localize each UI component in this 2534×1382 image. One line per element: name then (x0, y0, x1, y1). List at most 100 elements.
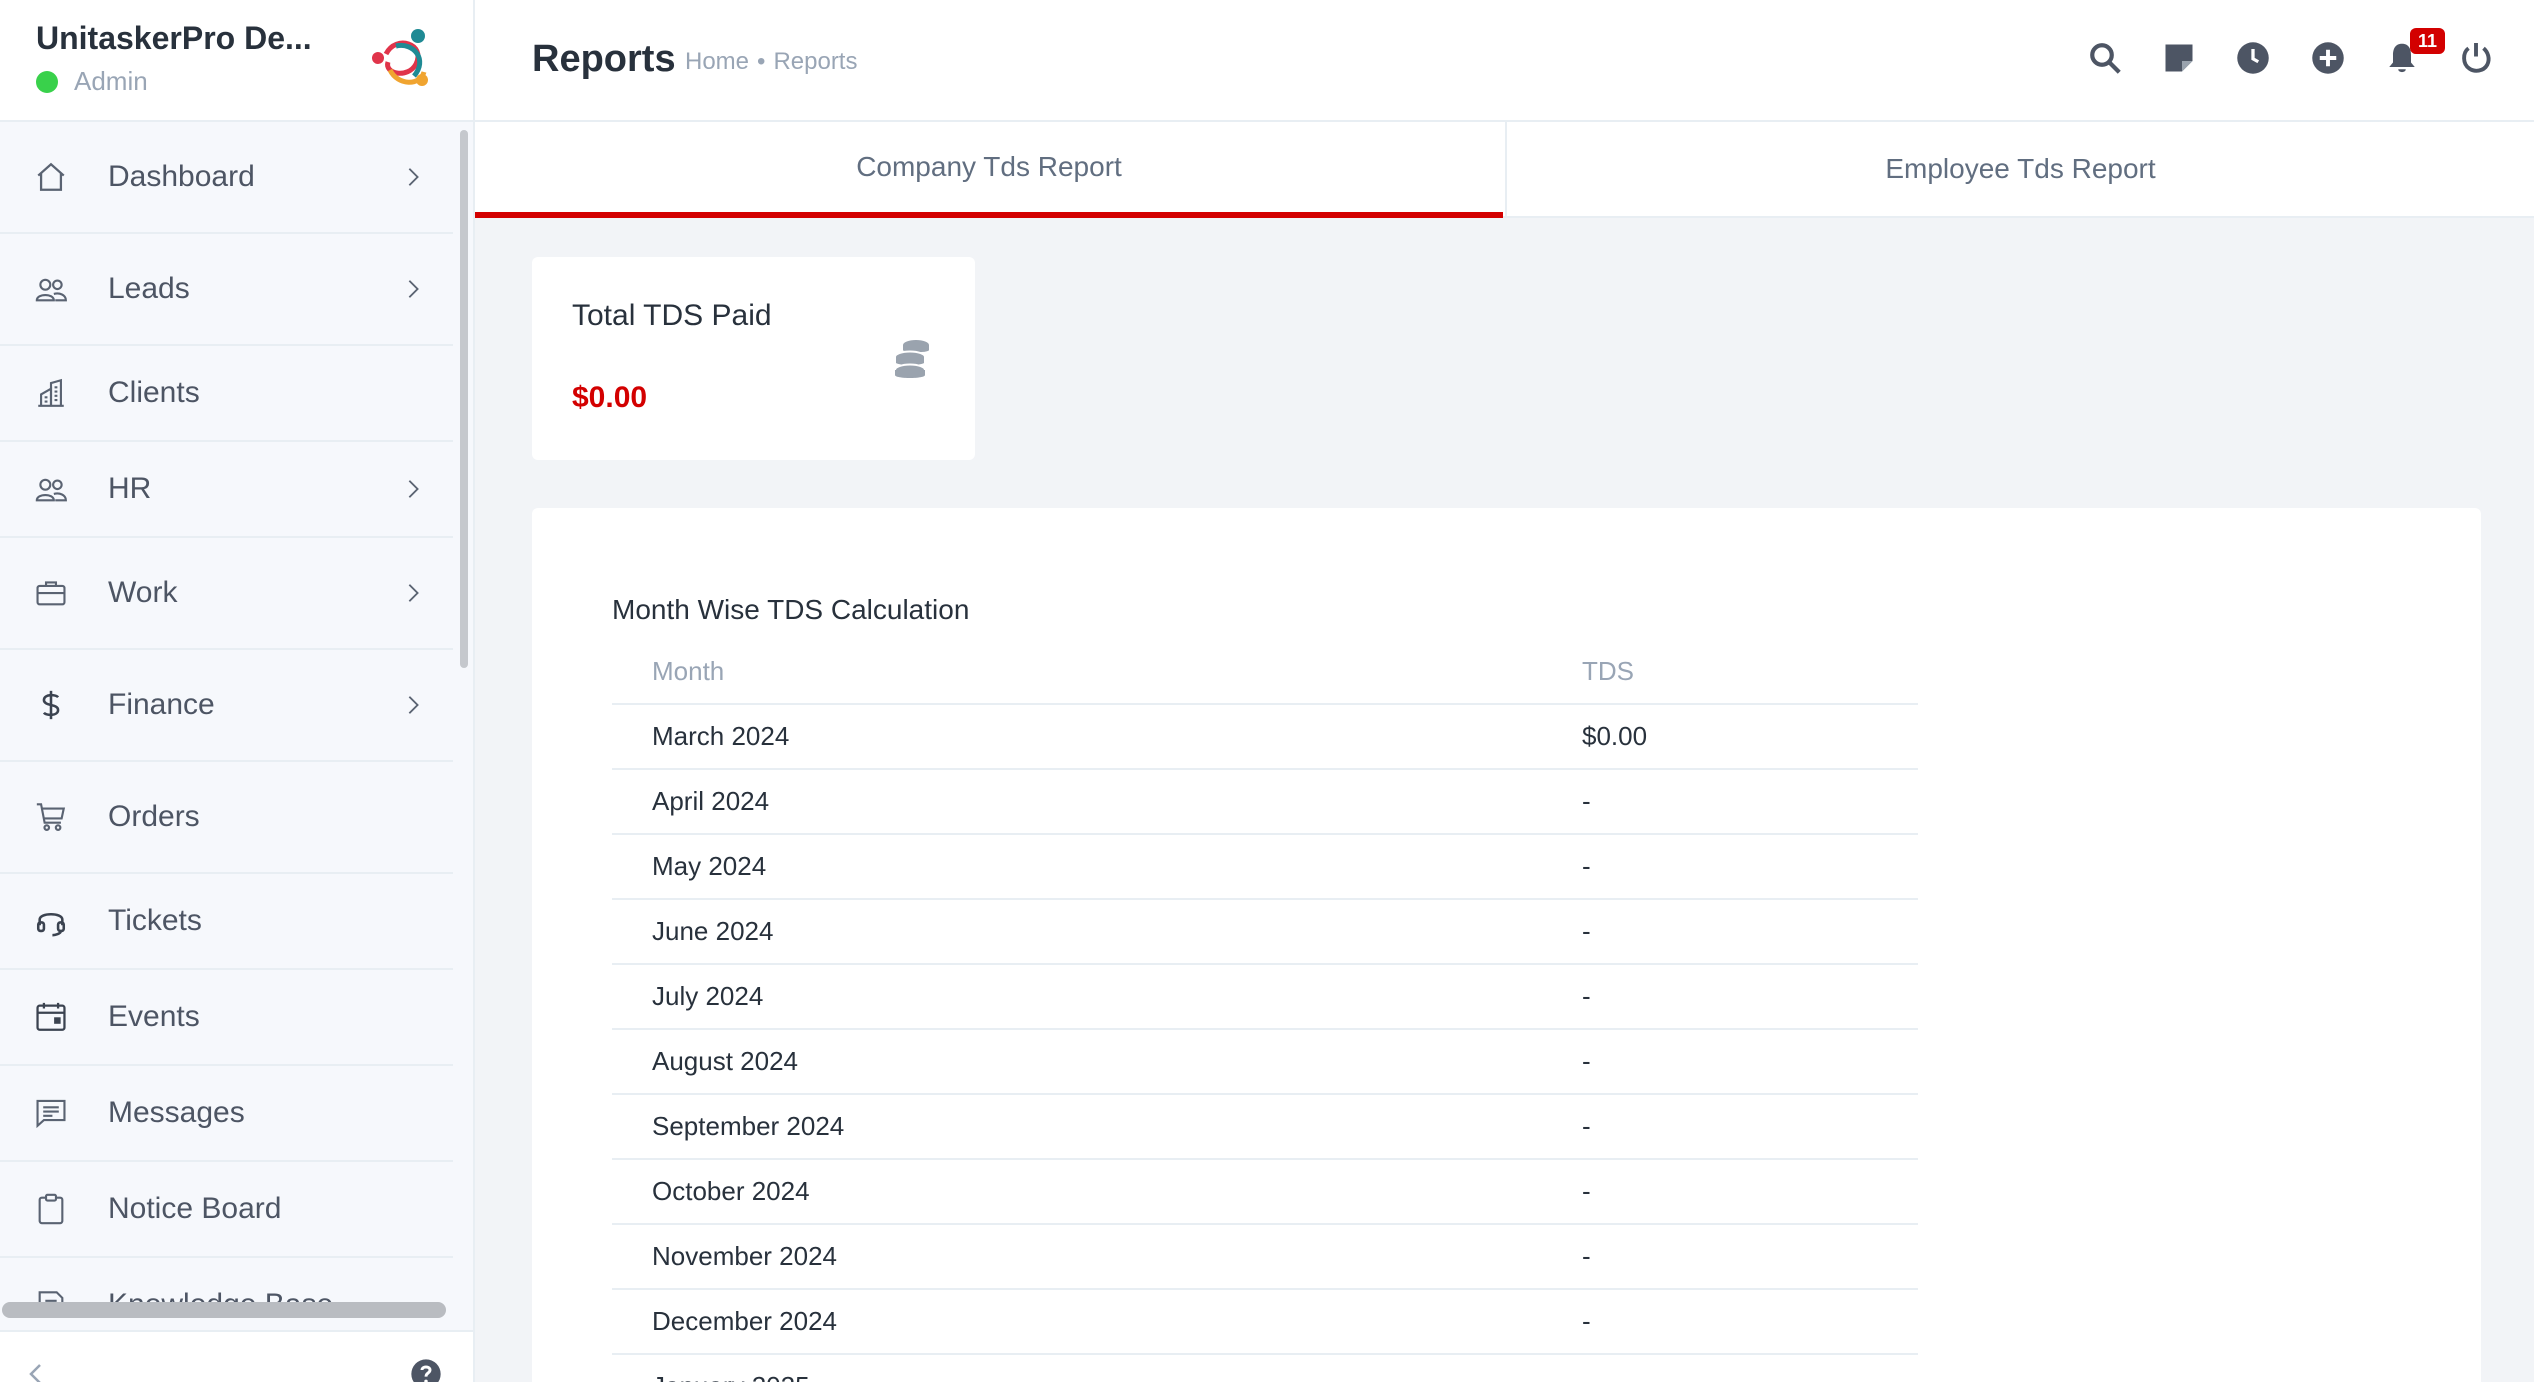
home-icon (34, 160, 68, 194)
report-tabs: Company Tds Report Employee Tds Report (475, 122, 2534, 218)
month-cell: July 2024 (612, 964, 1542, 1030)
calendar-icon (34, 1000, 68, 1034)
help-icon[interactable] (410, 1358, 442, 1382)
users-icon (34, 272, 68, 306)
month-cell: November 2024 (612, 1224, 1542, 1290)
table-row: June 2024- (612, 899, 1918, 965)
sidebar-item-label: Dashboard (108, 160, 255, 193)
tds-cell: - (1542, 834, 1918, 900)
table-row: March 2024 $0.00 (612, 704, 1918, 770)
table-title: Month Wise TDS Calculation (612, 594, 970, 625)
plus-circle-icon[interactable] (2310, 40, 2346, 76)
sidebar-item-label: Finance (108, 688, 215, 721)
sidebar-menu: Dashboard Leads Clients HR Work Finance … (0, 122, 453, 1302)
tab-employee-tds-report[interactable]: Employee Tds Report (1505, 122, 2534, 216)
sidebar-item-label: Work (108, 576, 178, 609)
sidebar-item-label: Tickets (108, 904, 202, 937)
top-header: Reports Home • Reports 11 (475, 0, 2534, 122)
sidebar-item-dashboard[interactable]: Dashboard (0, 122, 453, 234)
sidebar-item-label: Notice Board (108, 1192, 282, 1225)
tds-cell: - (1542, 1094, 1918, 1160)
chevron-right-icon (402, 478, 424, 500)
table-header-row: Month TDS (612, 640, 1918, 705)
sidebar: UnitaskerPro De... Admin Dashboard Leads… (0, 0, 475, 1382)
notification-count-badge: 11 (2410, 28, 2446, 54)
month-cell: October 2024 (612, 1159, 1542, 1225)
tds-cell: - (1542, 964, 1918, 1030)
tds-cell: - (1542, 769, 1918, 835)
table-row: December 2024- (612, 1289, 1918, 1355)
sidebar-item-orders[interactable]: Orders (0, 762, 453, 874)
month-cell: March 2024 (612, 704, 1542, 770)
month-cell: April 2024 (612, 769, 1542, 835)
online-status-dot (36, 70, 58, 93)
chevron-right-icon (402, 278, 424, 300)
search-icon[interactable] (2087, 40, 2123, 76)
total-tds-card: Total TDS Paid $0.00 (532, 257, 975, 460)
tds-cell: - (1542, 1159, 1918, 1225)
sidebar-item-tickets[interactable]: Tickets (0, 874, 453, 970)
sidebar-item-leads[interactable]: Leads (0, 234, 453, 346)
book-icon (34, 1288, 68, 1302)
table-row: August 2024- (612, 1029, 1918, 1095)
month-cell: May 2024 (612, 834, 1542, 900)
user-status: Admin (36, 66, 148, 97)
sidebar-item-label: Orders (108, 800, 200, 833)
sidebar-horizontal-scrollbar[interactable] (2, 1302, 446, 1318)
sticky-note-icon[interactable] (2161, 40, 2197, 76)
company-name: UnitaskerPro De... (36, 20, 312, 56)
table-row: April 2024- (612, 769, 1918, 835)
headset-icon (34, 904, 68, 938)
sidebar-item-work[interactable]: Work (0, 538, 453, 650)
user-role: Admin (74, 66, 148, 96)
column-header-month: Month (612, 640, 1542, 705)
sidebar-item-label: Events (108, 1000, 200, 1033)
sidebar-item-hr[interactable]: HR (0, 442, 453, 538)
month-cell: December 2024 (612, 1289, 1542, 1355)
chevron-right-icon (402, 694, 424, 716)
month-cell: September 2024 (612, 1094, 1542, 1160)
brand-header[interactable]: UnitaskerPro De... Admin (0, 0, 473, 122)
month-cell: January 2025 (612, 1354, 1542, 1382)
sidebar-item-label: HR (108, 472, 152, 505)
tds-cell: - (1542, 1289, 1918, 1355)
tds-table: Month TDS March 2024 $0.00 April 2024- Ma… (612, 640, 1918, 1382)
stat-value: $0.00 (572, 381, 648, 414)
month-cell: August 2024 (612, 1029, 1542, 1095)
tds-cell: - (1542, 899, 1918, 965)
table-row: September 2024- (612, 1094, 1918, 1160)
coins-icon (894, 340, 929, 378)
tab-company-tds-report[interactable]: Company Tds Report (475, 122, 1503, 218)
users-icon (34, 472, 68, 506)
table-row: November 2024- (612, 1224, 1918, 1290)
table-row: May 2024- (612, 834, 1918, 900)
briefcase-icon (34, 576, 68, 610)
tds-cell: $0.00 (1542, 704, 1918, 770)
header-actions (475, 40, 2534, 80)
sidebar-item-notice-board[interactable]: Notice Board (0, 1162, 453, 1258)
sidebar-item-knowledge-base[interactable]: Knowledge Base (0, 1258, 453, 1302)
cart-icon (34, 800, 68, 834)
dollar-icon (34, 688, 68, 722)
sidebar-item-finance[interactable]: Finance (0, 650, 453, 762)
stat-title: Total TDS Paid (572, 299, 772, 332)
sidebar-item-label: Leads (108, 272, 190, 305)
tds-cell: - (1542, 1354, 1918, 1382)
power-icon[interactable] (2458, 40, 2494, 76)
sidebar-vertical-scrollbar[interactable] (460, 130, 468, 668)
chevron-right-icon (402, 166, 424, 188)
tds-cell: - (1542, 1224, 1918, 1290)
company-logo (372, 29, 428, 86)
building-icon (34, 376, 68, 410)
clock-icon[interactable] (2235, 40, 2271, 76)
sidebar-footer (0, 1330, 473, 1382)
chevron-left-icon[interactable] (26, 1362, 46, 1382)
table-row: July 2024- (612, 964, 1918, 1030)
sidebar-item-messages[interactable]: Messages (0, 1066, 453, 1162)
sidebar-item-events[interactable]: Events (0, 970, 453, 1066)
sidebar-item-label: Knowledge Base (108, 1288, 333, 1302)
message-icon (34, 1096, 68, 1130)
column-header-tds: TDS (1542, 640, 1918, 705)
sidebar-item-clients[interactable]: Clients (0, 346, 453, 442)
chevron-right-icon (402, 582, 424, 604)
